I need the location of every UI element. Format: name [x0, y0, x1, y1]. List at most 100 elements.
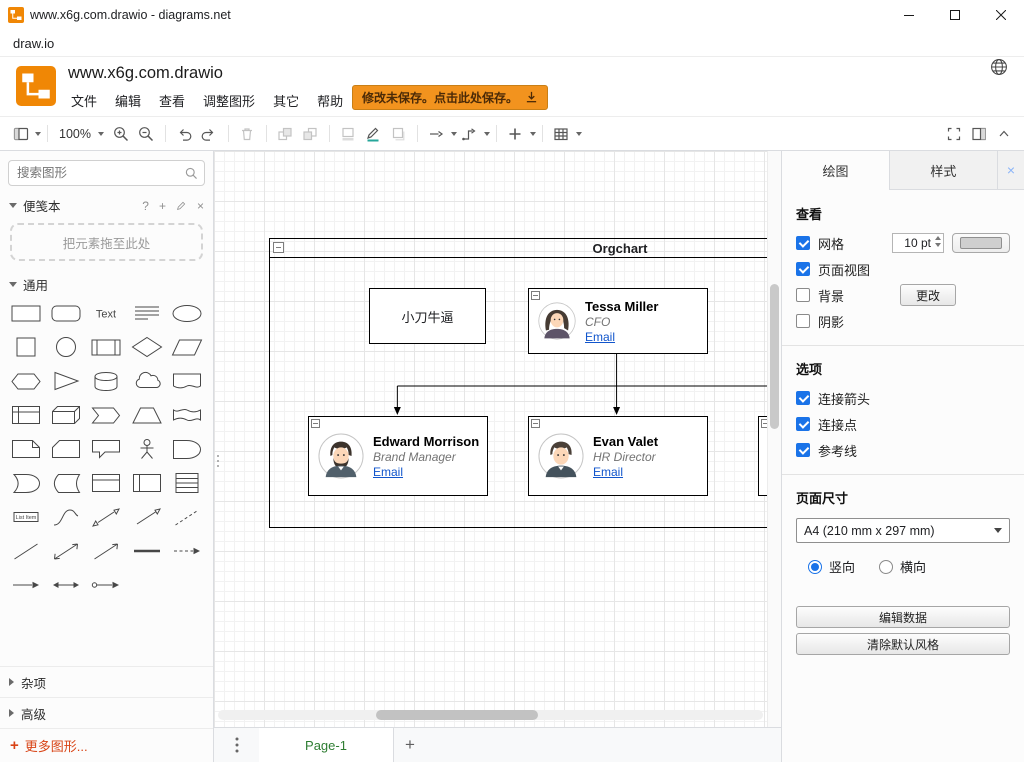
vertical-scrollbar[interactable] [767, 151, 781, 727]
shape-rectangle-icon[interactable] [6, 302, 46, 324]
email-link[interactable]: Email [593, 465, 658, 479]
shape-circle-icon[interactable] [46, 336, 86, 358]
email-link[interactable]: Email [585, 330, 658, 344]
close-panel-icon[interactable]: × [998, 151, 1024, 189]
menu-file[interactable]: 文件 [62, 88, 106, 113]
shape-parallelogram-icon[interactable] [167, 336, 207, 358]
stepper-icon[interactable] [935, 236, 941, 247]
menu-arrange[interactable]: 调整图形 [194, 88, 264, 113]
shape-bidirectional-connector-icon[interactable] [46, 540, 86, 562]
fullscreen-icon[interactable] [941, 121, 966, 146]
shape-edge-terminal-icon[interactable] [86, 574, 126, 596]
shadow-icon[interactable] [386, 121, 411, 146]
shape-actor-icon[interactable] [127, 438, 167, 460]
view-dropdown[interactable] [8, 121, 41, 146]
page-size-select[interactable]: A4 (210 mm x 297 mm) [796, 518, 1010, 543]
close-button[interactable] [978, 0, 1024, 30]
change-background-button[interactable]: 更改 [900, 284, 956, 306]
shape-textbox-icon[interactable] [127, 302, 167, 324]
app-menu-drawio[interactable]: draw.io [9, 34, 58, 53]
shape-text-icon[interactable]: Text [86, 302, 126, 324]
shape-arrow-icon[interactable] [127, 506, 167, 528]
shape-callout-icon[interactable] [86, 438, 126, 460]
table-dropdown[interactable] [549, 121, 582, 146]
tab-style[interactable]: 样式 [890, 151, 998, 189]
delete-icon[interactable] [235, 121, 260, 146]
shape-cloud-icon[interactable] [127, 370, 167, 392]
shape-square-icon[interactable] [6, 336, 46, 358]
clear-default-style-button[interactable]: 清除默认风格 [796, 633, 1010, 655]
shape-list-item-icon[interactable]: List Item [6, 506, 46, 528]
guides-checkbox[interactable] [796, 443, 810, 457]
email-link[interactable]: Email [373, 465, 479, 479]
shape-diamond-icon[interactable] [127, 336, 167, 358]
shape-step-icon[interactable] [86, 404, 126, 426]
shape-line-icon[interactable] [6, 540, 46, 562]
language-globe-icon[interactable] [990, 58, 1008, 76]
pages-menu-icon[interactable] [214, 728, 259, 762]
page-view-checkbox[interactable] [796, 262, 810, 276]
background-checkbox[interactable] [796, 288, 810, 302]
shape-tape-icon[interactable] [167, 404, 207, 426]
misc-section-header[interactable]: 杂项 [0, 666, 213, 697]
advanced-section-header[interactable]: 高级 [0, 697, 213, 728]
menu-help[interactable]: 帮助 [308, 88, 352, 113]
connection-points-checkbox[interactable] [796, 417, 810, 431]
shape-or-icon[interactable] [167, 438, 207, 460]
unsaved-changes-banner[interactable]: 修改未保存。点击此处保存。 [352, 85, 548, 110]
page-tab[interactable]: Page-1 [259, 728, 394, 762]
shape-data-storage-icon[interactable] [46, 472, 86, 494]
scratchpad-header[interactable]: 便笺本 ? + × [0, 192, 213, 219]
portrait-radio[interactable] [808, 560, 822, 574]
collapse-toolbar-icon[interactable] [991, 121, 1016, 146]
add-page-button[interactable]: + [394, 728, 426, 762]
shape-directional-connector-icon[interactable] [86, 540, 126, 562]
line-color-icon[interactable] [361, 121, 386, 146]
shape-list-icon[interactable] [167, 472, 207, 494]
edit-scratchpad-icon[interactable] [176, 200, 187, 211]
portrait-option[interactable]: 竖向 [808, 557, 855, 576]
shape-curve-icon[interactable] [46, 506, 86, 528]
maximize-button[interactable] [932, 0, 978, 30]
diagram-canvas[interactable]: Orgchart 小刀牛逼 [214, 151, 781, 727]
horizontal-scrollbar-thumb[interactable] [376, 710, 538, 720]
shape-dashed-line-icon[interactable] [167, 506, 207, 528]
shape-cube-icon[interactable] [46, 404, 86, 426]
menu-edit[interactable]: 编辑 [106, 88, 150, 113]
menu-view[interactable]: 查看 [150, 88, 194, 113]
node-evan-valet[interactable]: Evan Valet HR Director Email [528, 416, 708, 496]
shape-trapezoid-icon[interactable] [127, 404, 167, 426]
shape-ellipse-icon[interactable] [167, 302, 207, 324]
add-to-scratchpad-icon[interactable]: + [159, 199, 166, 213]
search-input[interactable] [15, 165, 185, 181]
waypoints-dropdown[interactable] [457, 121, 490, 146]
shape-card-icon[interactable] [46, 438, 86, 460]
node-plain[interactable]: 小刀牛逼 [369, 288, 486, 344]
shape-bidirectional-edge-icon[interactable] [46, 574, 86, 596]
more-shapes-button[interactable]: + 更多图形... [0, 728, 213, 762]
vertical-scrollbar-thumb[interactable] [770, 284, 779, 429]
node-tessa-miller[interactable]: Tessa Miller CFO Email [528, 288, 708, 354]
zoom-in-icon[interactable] [109, 121, 134, 146]
scratchpad-drop-area[interactable]: 把元素拖至此处 [10, 223, 203, 261]
help-icon[interactable]: ? [142, 199, 149, 213]
shape-dashed-edge-icon[interactable] [167, 540, 207, 562]
fill-color-icon[interactable] [336, 121, 361, 146]
zoom-out-icon[interactable] [134, 121, 159, 146]
to-back-icon[interactable] [298, 121, 323, 146]
collapse-minus-icon[interactable] [273, 242, 284, 253]
shape-internal-storage-icon[interactable] [6, 404, 46, 426]
to-front-icon[interactable] [273, 121, 298, 146]
shape-cylinder-icon[interactable] [86, 370, 126, 392]
edit-data-button[interactable]: 编辑数据 [796, 606, 1010, 628]
shape-document-icon[interactable] [167, 370, 207, 392]
format-panel-toggle-icon[interactable] [966, 121, 991, 146]
insert-dropdown[interactable] [503, 121, 536, 146]
redo-icon[interactable] [197, 121, 222, 146]
node-edward-morrison[interactable]: Edward Morrison Brand Manager Email [308, 416, 488, 496]
shape-horizontal-line-icon[interactable] [127, 540, 167, 562]
minimize-button[interactable] [886, 0, 932, 30]
grid-color-button[interactable] [952, 233, 1010, 253]
grid-checkbox[interactable] [796, 236, 810, 250]
collapse-minus-icon[interactable] [531, 419, 540, 428]
